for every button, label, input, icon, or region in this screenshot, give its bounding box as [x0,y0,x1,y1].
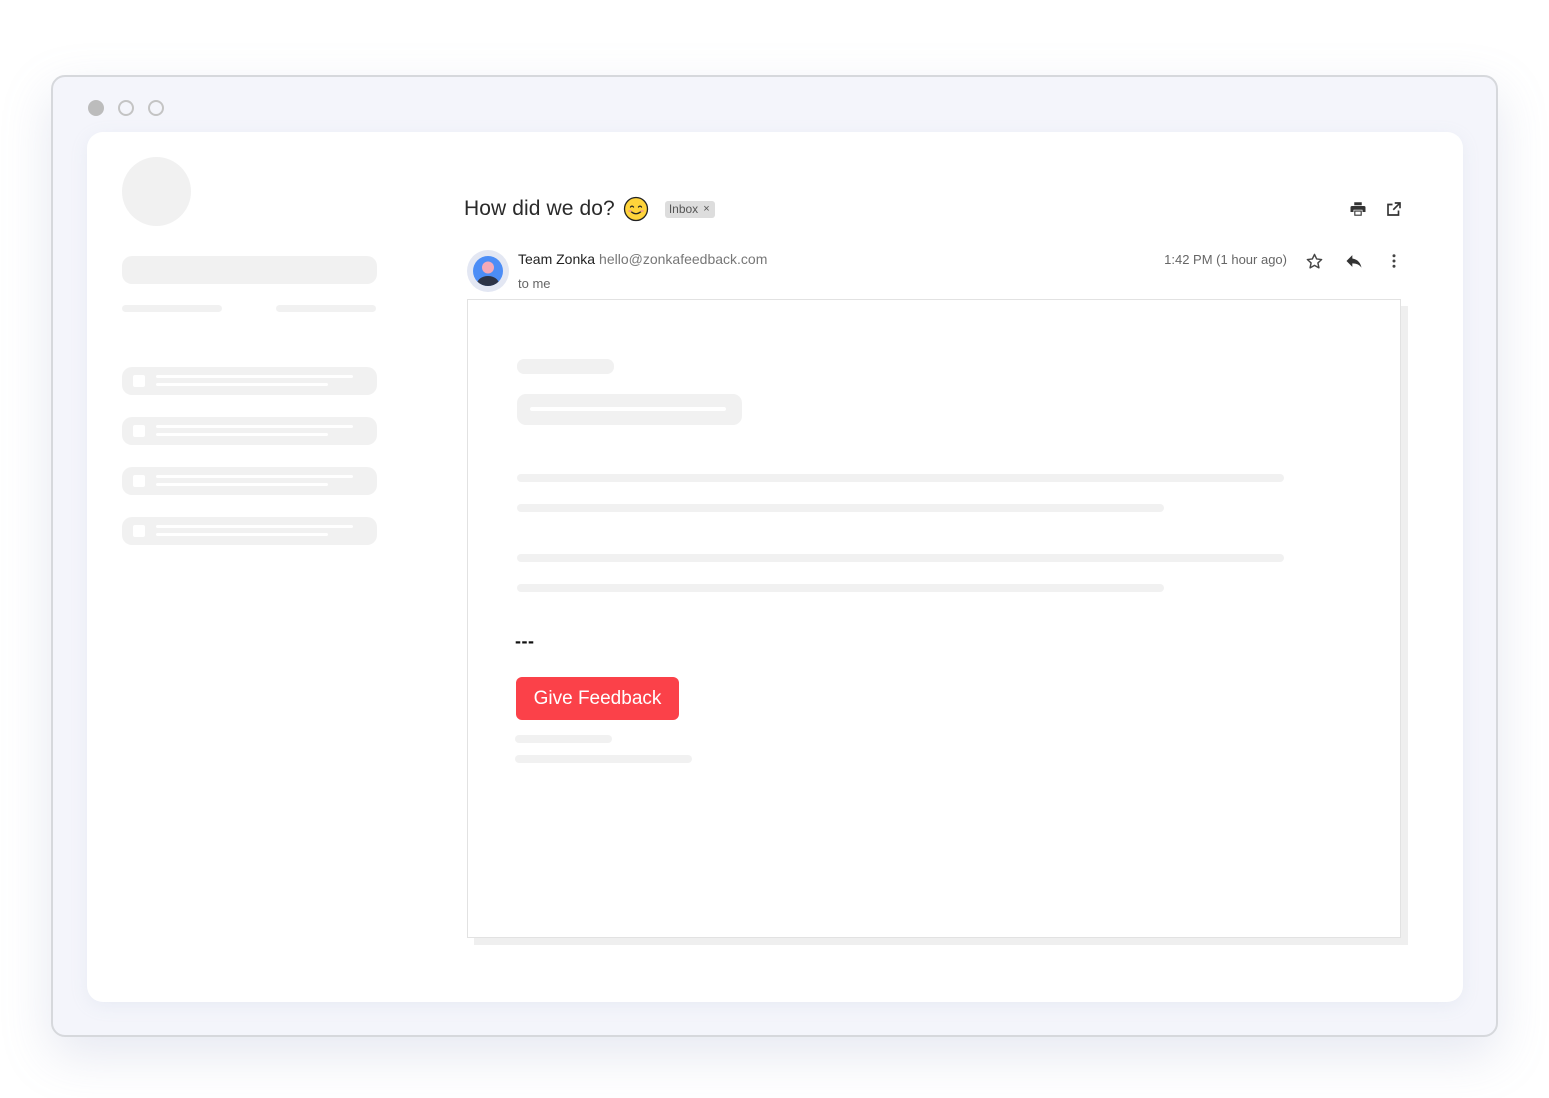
smiling-face-icon [623,196,648,222]
more-vertical-icon[interactable] [1383,250,1405,272]
body-line-placeholder [517,474,1284,482]
sidebar-avatar-placeholder [122,157,191,226]
sender-avatar [467,250,509,292]
body-block-placeholder [517,394,742,425]
sidebar-item-placeholder [122,467,377,495]
sidebar-search-placeholder [122,256,377,284]
inbox-label-text: Inbox [668,202,699,216]
sidebar-line-placeholder [122,305,222,312]
sidebar-item-placeholder [122,417,377,445]
star-icon[interactable] [1303,250,1325,272]
window-minimize-dot[interactable] [118,100,134,116]
sidebar-line-placeholder [276,305,376,312]
body-line-placeholder [517,584,1164,592]
remove-label-icon[interactable]: × [703,203,709,215]
give-feedback-button[interactable]: Give Feedback [516,677,679,720]
email-body: --- Give Feedback [467,299,1401,938]
email-timestamp: 1:42 PM (1 hour ago) [1164,252,1287,267]
sidebar-item-placeholder [122,367,377,395]
sender-email: hello@zonkafeedback.com [599,251,768,267]
mail-client: How did we do? Inbox × Team Zonka hello@… [87,132,1463,1002]
signature-line-placeholder [515,755,692,763]
email-subject-row: How did we do? Inbox × [464,194,715,224]
print-icon[interactable] [1347,198,1369,220]
signature-line-placeholder [515,735,612,743]
user-avatar-icon [473,256,503,286]
signature-separator: --- [515,631,535,651]
window-maximize-dot[interactable] [148,100,164,116]
open-in-new-window-icon[interactable] [1383,198,1405,220]
sender-info: Team Zonka hello@zonkafeedback.com [518,251,767,267]
browser-window: How did we do? Inbox × Team Zonka hello@… [51,75,1498,1037]
inbox-label-chip[interactable]: Inbox × [664,200,715,218]
recipient-text[interactable]: to me [518,276,551,291]
email-subject: How did we do? [464,197,615,220]
reply-icon[interactable] [1343,250,1365,272]
sidebar-item-placeholder [122,517,377,545]
window-close-dot[interactable] [88,100,104,116]
body-line-placeholder [517,554,1284,562]
body-line-placeholder [517,504,1164,512]
sender-name[interactable]: Team Zonka [518,251,595,267]
body-heading-placeholder [517,359,614,374]
